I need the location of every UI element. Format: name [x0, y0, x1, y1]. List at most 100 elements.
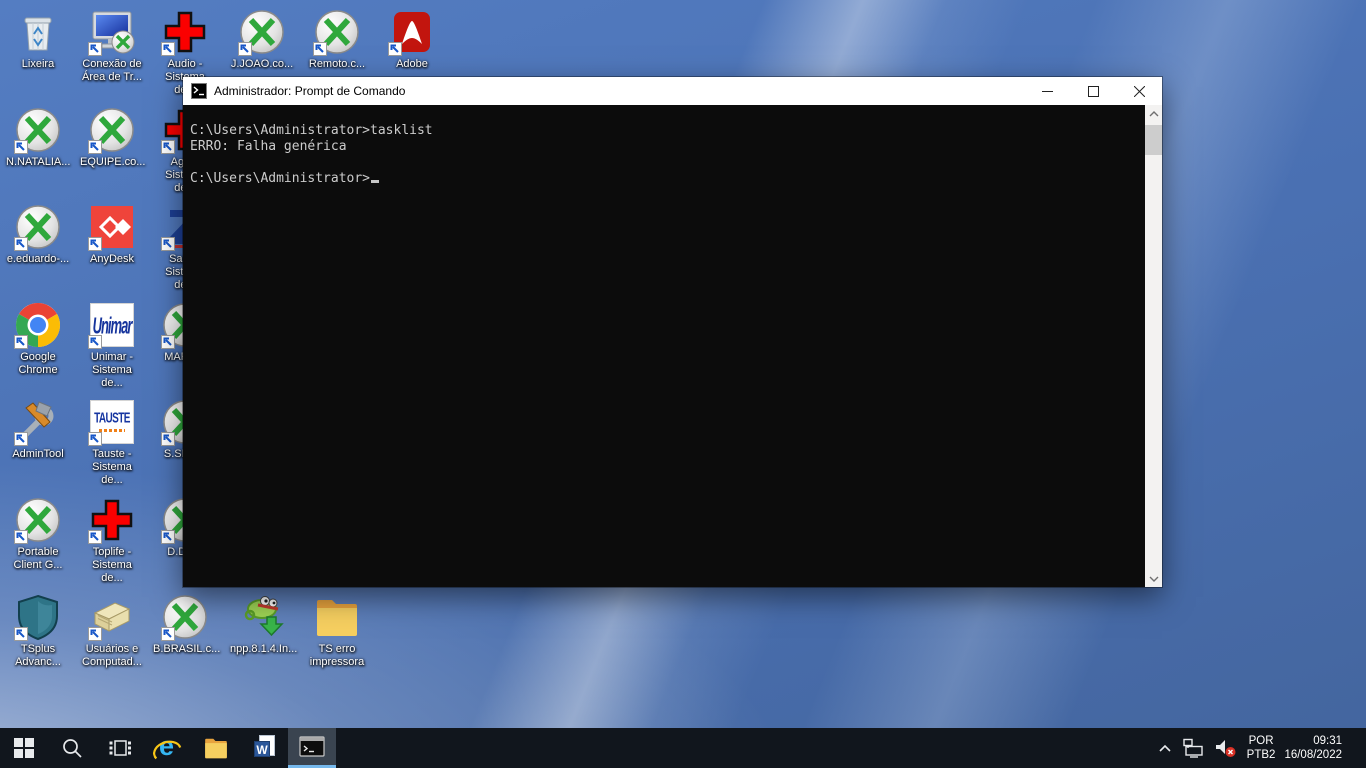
chevron-up-icon	[1158, 743, 1172, 753]
maximize-icon	[1088, 86, 1099, 97]
close-button[interactable]	[1116, 77, 1162, 105]
window-title: Administrador: Prompt de Comando	[214, 84, 1024, 98]
task-view-button[interactable]	[96, 728, 144, 768]
start-button[interactable]	[0, 728, 48, 768]
cmd-window-titlebar[interactable]: Administrador: Prompt de Comando	[183, 77, 1162, 105]
console-cursor	[371, 180, 379, 183]
desktop-icon-n-natalia[interactable]: N.NATALIA...	[6, 106, 70, 169]
desktop-icon-label: TS erro impressora	[305, 643, 369, 669]
shortcut-arrow-icon	[14, 530, 28, 544]
desktop-icon-ts-erro-impressora[interactable]: TS erro impressora	[305, 593, 369, 669]
tray-time: 09:31	[1284, 734, 1342, 748]
internet-explorer-icon: e	[153, 733, 183, 763]
chevron-up-icon	[1149, 111, 1159, 117]
shortcut-arrow-icon	[161, 335, 175, 349]
minimize-icon	[1042, 86, 1053, 97]
desktop-icon-tauste[interactable]: TAUSTE Tauste - Sistema de...	[80, 398, 144, 487]
desktop-icon-npp-installer[interactable]: npp.8.1.4.In...	[230, 593, 294, 656]
desktop-icon-label: J.JOAO.co...	[230, 58, 294, 71]
desktop-icon-b-brasil[interactable]: B.BRASIL.c...	[153, 593, 217, 656]
desktop-icon-label: AnyDesk	[80, 253, 144, 266]
shortcut-arrow-icon	[238, 42, 252, 56]
console-line: C:\Users\Administrator>tasklist	[190, 123, 1145, 139]
console-line: ERRO: Falha genérica	[190, 139, 1145, 155]
desktop-icon-label: EQUIPE.co...	[80, 156, 144, 169]
desktop-icon-label: Adobe	[380, 58, 444, 71]
shortcut-arrow-icon	[88, 237, 102, 251]
chevron-down-icon	[1149, 576, 1159, 582]
desktop-icon-google-chrome[interactable]: Google Chrome	[6, 301, 70, 377]
desktop-icon-adobe[interactable]: Adobe	[380, 8, 444, 71]
desktop-icon-label: AdminTool	[6, 448, 70, 461]
scrollbar-thumb[interactable]	[1145, 125, 1162, 155]
windows-logo-icon	[14, 738, 34, 758]
volume-muted-icon[interactable]	[1214, 737, 1238, 759]
maximize-button[interactable]	[1070, 77, 1116, 105]
desktop-icon-label: B.BRASIL.c...	[153, 643, 217, 656]
desktop-icon-label: Usuários e Computad...	[80, 643, 144, 669]
system-tray: POR PTB2 09:31 16/08/2022	[1158, 728, 1366, 768]
shortcut-arrow-icon	[161, 140, 175, 154]
desktop-icon-admintool[interactable]: AdminTool	[6, 398, 70, 461]
tray-expand-button[interactable]	[1158, 743, 1172, 753]
cmd-taskbar-button[interactable]	[288, 728, 336, 768]
desktop-wallpaper: Lixeira N.NATALIA... e.eduardo-... Googl…	[0, 0, 1366, 728]
word-icon: W	[251, 735, 277, 761]
desktop-icon-toplife[interactable]: Toplife - Sistema de...	[80, 496, 144, 585]
desktop-icon-tsplus[interactable]: TSplus Advanc...	[6, 593, 70, 669]
folder-icon	[203, 735, 229, 761]
console-scrollbar[interactable]	[1145, 105, 1162, 587]
shortcut-arrow-icon	[88, 627, 102, 641]
desktop-icon-usuarios-computadores[interactable]: Usuários e Computad...	[80, 593, 144, 669]
desktop-icon-anydesk[interactable]: AnyDesk	[80, 203, 144, 266]
shortcut-arrow-icon	[161, 530, 175, 544]
desktop-icon-lixeira[interactable]: Lixeira	[6, 8, 70, 71]
desktop-icon-j-joao[interactable]: J.JOAO.co...	[230, 8, 294, 71]
shortcut-arrow-icon	[14, 140, 28, 154]
language-indicator[interactable]: POR PTB2	[1247, 734, 1276, 762]
desktop-icon-label: Portable Client G...	[6, 546, 70, 572]
clock[interactable]: 09:31 16/08/2022	[1284, 734, 1342, 762]
shortcut-arrow-icon	[14, 627, 28, 641]
console-prompt-line: C:\Users\Administrator>	[190, 171, 1145, 187]
desktop-icon-remoto[interactable]: Remoto.c...	[305, 8, 369, 71]
shortcut-arrow-icon	[14, 432, 28, 446]
scrollbar-up-button[interactable]	[1145, 105, 1162, 122]
shortcut-arrow-icon	[88, 335, 102, 349]
shortcut-arrow-icon	[88, 530, 102, 544]
desktop-icon-label: e.eduardo-...	[6, 253, 70, 266]
shortcut-arrow-icon	[388, 42, 402, 56]
desktop-icon-label: Toplife - Sistema de...	[80, 546, 144, 585]
shortcut-arrow-icon	[88, 432, 102, 446]
file-explorer-button[interactable]	[192, 728, 240, 768]
scrollbar-down-button[interactable]	[1145, 570, 1162, 587]
desktop-icon-equipe[interactable]: EQUIPE.co...	[80, 106, 144, 169]
shortcut-arrow-icon	[88, 140, 102, 154]
taskbar: e W	[0, 728, 1366, 768]
desktop-icon-label: Lixeira	[6, 58, 70, 71]
console-blank-line	[190, 155, 1145, 171]
shortcut-arrow-icon	[161, 432, 175, 446]
desktop-icon-label: Conexão de Área de Tr...	[80, 58, 144, 84]
desktop-icon-portable-client[interactable]: Portable Client G...	[6, 496, 70, 572]
recycle-bin-icon	[14, 8, 62, 56]
task-view-icon	[108, 736, 132, 760]
minimize-button[interactable]	[1024, 77, 1070, 105]
cmd-icon	[191, 83, 207, 99]
word-button[interactable]: W	[240, 728, 288, 768]
desktop-icon-label: TSplus Advanc...	[6, 643, 70, 669]
desktop-icon-conexao-rdp[interactable]: Conexão de Área de Tr...	[80, 8, 144, 84]
desktop-icon-label: npp.8.1.4.In...	[230, 643, 294, 656]
console-output[interactable]: C:\Users\Administrator>tasklist ERRO: Fa…	[183, 105, 1145, 587]
internet-explorer-button[interactable]: e	[144, 728, 192, 768]
desktop-icon-e-eduardo[interactable]: e.eduardo-...	[6, 203, 70, 266]
desktop-icon-label: Google Chrome	[6, 351, 70, 377]
desktop-icon-label: Remoto.c...	[305, 58, 369, 71]
desktop-icon-label: Unimar - Sistema de...	[80, 351, 144, 390]
desktop-icon-unimar[interactable]: Unimar Unimar - Sistema de...	[80, 301, 144, 390]
desktop-icon-label: Tauste - Sistema de...	[80, 448, 144, 487]
network-status-icon[interactable]	[1181, 738, 1205, 758]
search-button[interactable]	[48, 728, 96, 768]
shortcut-arrow-icon	[161, 42, 175, 56]
tray-date: 16/08/2022	[1284, 748, 1342, 762]
